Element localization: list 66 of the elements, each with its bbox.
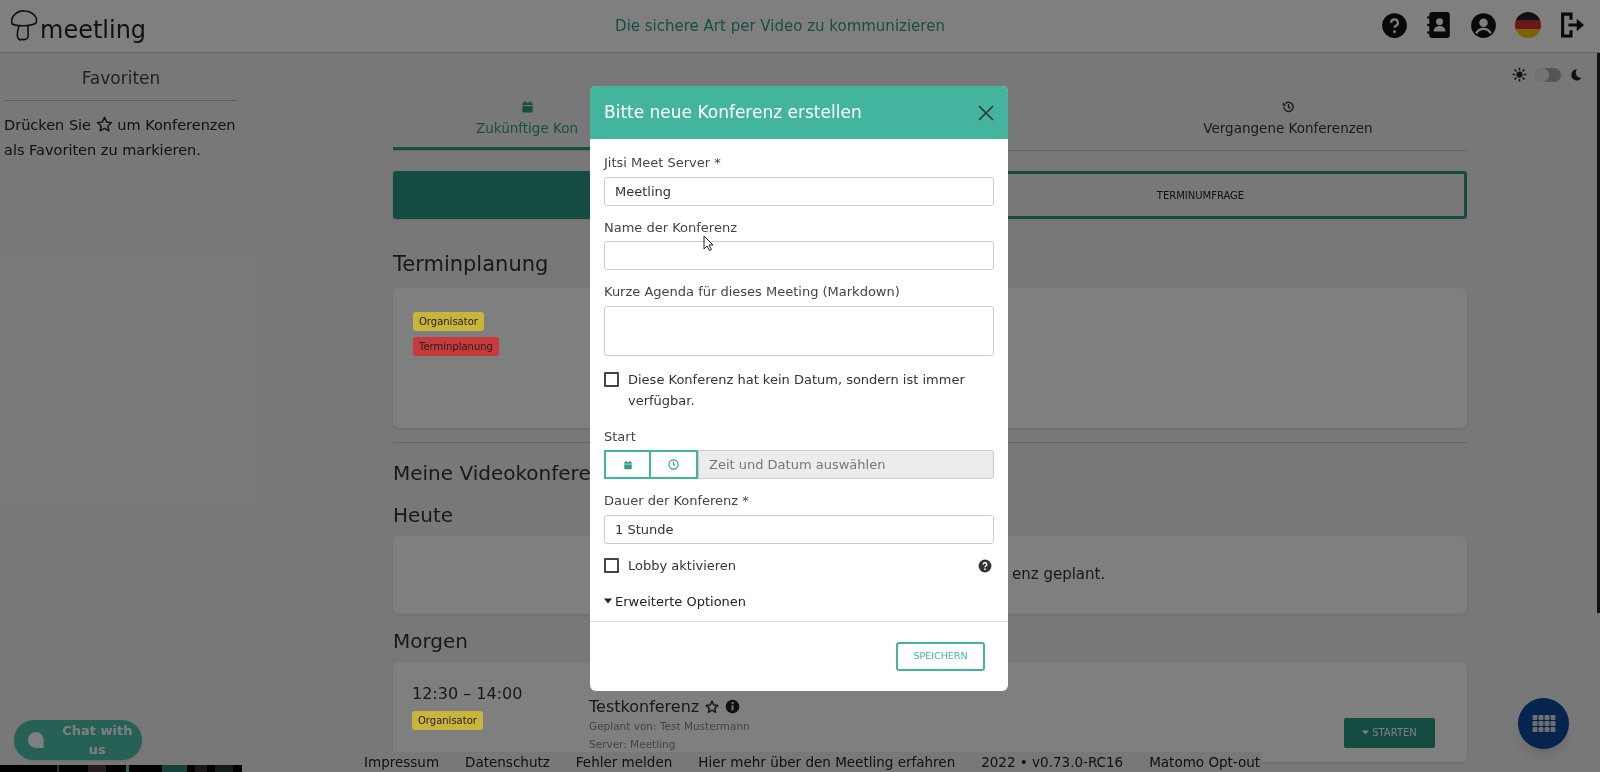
checkbox[interactable] [604,557,619,573]
checkbox[interactable] [604,371,619,387]
flag-icon[interactable] [1515,12,1541,38]
footer-link[interactable]: Hier mehr über den Meetling erfahren [698,751,956,772]
grid-icon [1531,715,1556,732]
logo-text: meetling [40,18,147,42]
tagline: Die sichere Art per Video zu kommunizieren [614,16,946,37]
user-icon[interactable] [1470,11,1497,39]
section-heading: Heute [393,501,454,529]
field-label: Jitsi Meet Server * [604,154,722,172]
theme-switch[interactable] [1535,67,1561,82]
section-heading: Terminplanung [393,251,549,278]
footer-link[interactable]: Impressum [364,751,440,772]
calendar-icon [519,100,535,114]
help-icon[interactable] [978,558,992,573]
agenda-field[interactable] [604,305,994,356]
checkbox-label: Diese Konferenz hat kein Datum, sondern ist immer verfügbar. [628,370,966,410]
footer-link[interactable]: Fehler melden [575,751,673,772]
scrollbar[interactable] [1597,53,1600,613]
caret-icon [604,598,612,605]
tag: Organisator [413,311,484,331]
tag: Terminplanung [413,336,499,356]
close-icon[interactable] [978,104,994,121]
advanced-options-toggle[interactable]: Erweiterte Optionen [604,591,747,611]
date-button[interactable] [604,450,651,479]
input-field[interactable]: 1 Stunde [604,514,994,544]
empty-message: enz geplant. [1012,564,1106,586]
sidebar-title: Favoriten [5,53,237,101]
input-field[interactable]: Meetling [604,176,994,206]
planned-by: Geplant von: Test Mustermann [589,718,750,734]
history-icon [1280,100,1296,114]
section-heading: Meine Videokonfere [393,459,591,487]
clock-icon [668,459,679,470]
time-range: 12:30 – 14:00 [412,682,523,705]
sun-icon[interactable] [1512,67,1527,82]
moon-icon[interactable] [1569,67,1582,82]
logout-icon[interactable] [1559,11,1584,39]
input-field[interactable] [604,241,994,270]
caret-icon [1362,730,1370,735]
cursor-icon [703,235,714,251]
star-icon[interactable] [705,699,720,714]
datetime-field[interactable]: Zeit und Datum auswählen [698,450,994,479]
field-label: Kurze Agenda für dieses Meeting (Markdown) [604,283,901,301]
tab[interactable]: Vergangene Konferenzen [1109,100,1467,150]
save-button[interactable]: SPEICHERN [896,642,985,671]
field-label: Dauer der Konferenz * [604,492,750,510]
field-label: Start [604,427,637,446]
footer-link[interactable]: Datenschutz [465,751,550,772]
server-info: Server: Meetling [589,736,676,752]
hint-text: als Favoriten zu markieren. [4,142,201,158]
chat-bubble-icon [27,731,45,749]
version-text: 2022 • v0.73.0-RC16 [981,752,1124,772]
checkbox-label: Lobby aktivieren [628,556,738,575]
calendar-icon [622,459,633,470]
footer-link[interactable]: Matomo Opt-out [1149,751,1261,772]
tag: Organisator [412,710,483,730]
info-icon[interactable] [725,699,741,714]
section-heading: Morgen [393,627,469,655]
star-icon [95,116,113,133]
field-label: Name der Konferenz [604,218,738,237]
hint-text: Drücken Sie [4,117,92,133]
contacts-icon[interactable] [1426,11,1452,39]
hint-text: um Konferenzen [117,117,236,133]
conference-title: Testkonferenz [589,698,700,715]
start-button[interactable]: STARTEN [1344,717,1435,748]
apps-button[interactable] [1518,698,1569,749]
